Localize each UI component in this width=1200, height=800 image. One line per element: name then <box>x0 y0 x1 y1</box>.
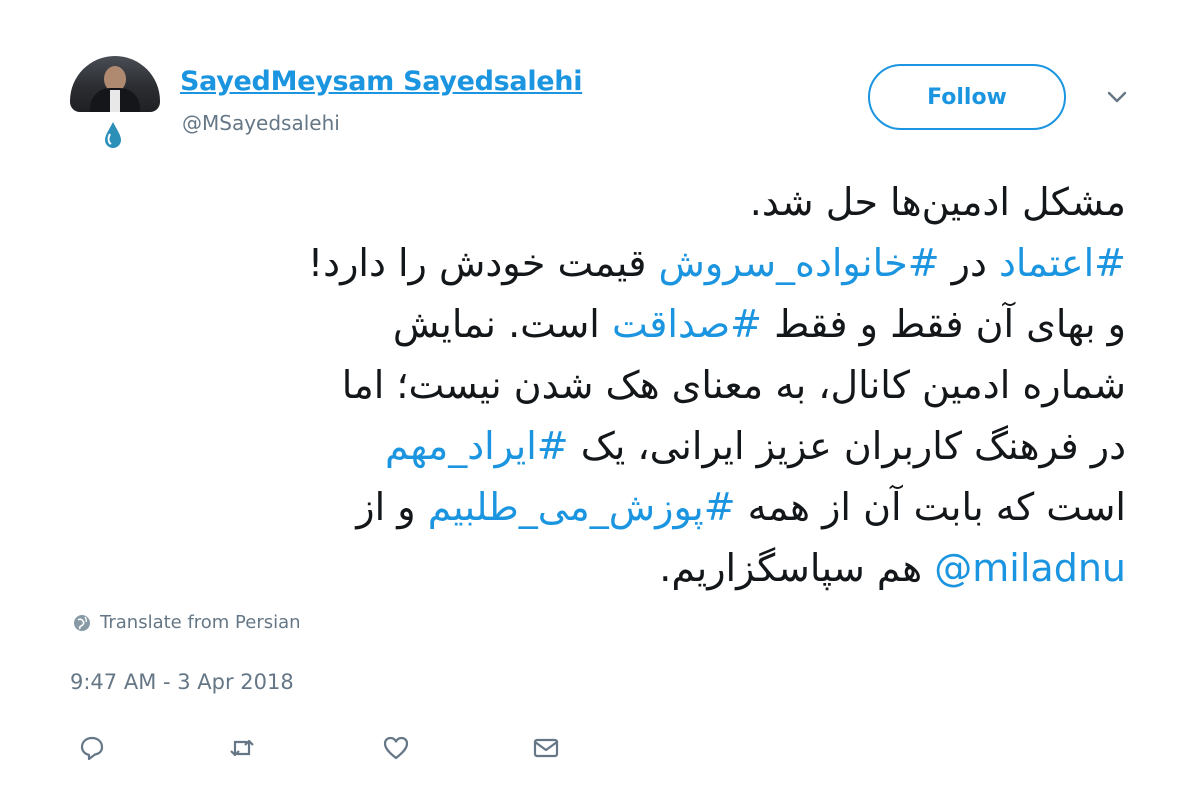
tweet-text-segment: و بهای آن فقط و فقط <box>762 302 1126 346</box>
direct-message-button[interactable] <box>528 730 564 766</box>
tweet-text-segment: قیمت خودش را دارد! <box>307 241 659 285</box>
tweet-text-segment: و از <box>356 485 428 529</box>
user-handle: @MSayedsalehi <box>182 111 340 135</box>
avatar[interactable] <box>70 56 160 112</box>
tweet-text-segment: هم سپاسگزاریم. <box>659 546 935 590</box>
follow-button[interactable]: Follow <box>868 64 1066 130</box>
hashtag-link[interactable]: #اعتماد <box>999 241 1126 285</box>
tweet-text-segment: است که بابت آن از همه <box>735 485 1126 529</box>
tweet-timestamp[interactable]: 9:47 AM - 3 Apr 2018 <box>70 670 294 694</box>
reply-button[interactable] <box>74 730 110 766</box>
retweet-icon <box>230 739 254 757</box>
retweet-button[interactable] <box>224 730 260 766</box>
hashtag-link[interactable]: #پوزش_می_طلبیم <box>428 485 736 529</box>
tweet-card: SayedMeysam Sayedsalehi @MSayedsalehi Fo… <box>0 0 1200 800</box>
mention-link[interactable]: @miladnu <box>934 546 1126 590</box>
heart-icon <box>383 736 409 760</box>
hashtag-link[interactable]: #صداقت <box>612 302 762 346</box>
tweet-text-segment: شماره ادمین کانال، به معنای هک شدن نیست؛… <box>341 363 1126 407</box>
tweet-line: @miladnu هم سپاسگزاریم. <box>66 538 1126 599</box>
tweet-text-segment: در فرهنگ کاربران عزیز ایرانی، یک <box>568 424 1126 468</box>
hashtag-link[interactable]: #ایراد_مهم <box>385 424 569 468</box>
drop-icon <box>105 122 121 148</box>
reply-icon <box>80 736 104 761</box>
chevron-down-icon[interactable] <box>1106 90 1128 104</box>
tweet-text-segment: مشکل ادمین‌ها حل شد. <box>749 180 1126 224</box>
tweet-line: و بهای آن فقط و فقط #صداقت است. نمایش <box>66 294 1126 355</box>
hashtag-link[interactable]: #خانواده_سروش <box>658 241 939 285</box>
tweet-text-segment: است. نمایش <box>392 302 612 346</box>
tweet-line: در فرهنگ کاربران عزیز ایرانی، یک #ایراد_… <box>66 416 1126 477</box>
translate-label: Translate from Persian <box>100 612 301 633</box>
tweet-line: #اعتماد در #خانواده_سروش قیمت خودش را دا… <box>66 233 1126 294</box>
globe-icon <box>74 614 90 631</box>
translate-link[interactable]: Translate from Persian <box>72 612 301 633</box>
envelope-icon <box>533 738 559 758</box>
display-name-link[interactable]: SayedMeysam Sayedsalehi <box>180 66 582 97</box>
tweet-text: مشکل ادمین‌ها حل شد. #اعتماد در #خانواده_… <box>66 172 1126 599</box>
tweet-text-segment: در <box>939 241 999 285</box>
tweet-line: مشکل ادمین‌ها حل شد. <box>66 172 1126 233</box>
tweet-line: شماره ادمین کانال، به معنای هک شدن نیست؛… <box>66 355 1126 416</box>
like-button[interactable] <box>378 730 414 766</box>
tweet-line: است که بابت آن از همه #پوزش_می_طلبیم و ا… <box>66 477 1126 538</box>
